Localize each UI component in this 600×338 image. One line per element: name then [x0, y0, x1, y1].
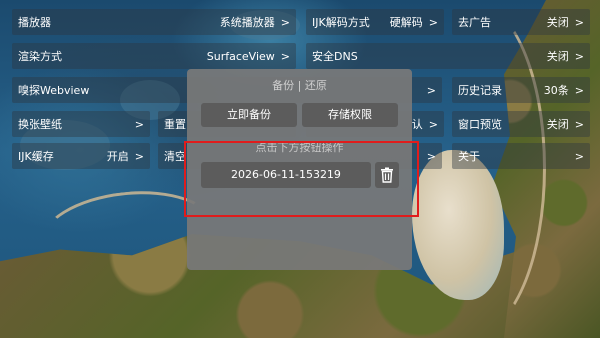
ijk-cache-setting[interactable]: IJK缓存 开启 >: [12, 143, 150, 169]
ijk-cache-value: 开启: [106, 150, 129, 163]
chevron-right-icon: >: [574, 117, 584, 131]
remove-ads-value: 关闭: [546, 16, 569, 29]
player-setting[interactable]: 播放器 系统播放器 >: [12, 9, 296, 35]
chevron-right-icon: >: [428, 15, 438, 29]
secure-dns-setting[interactable]: 安全DNS 关闭 >: [306, 43, 590, 69]
remove-ads-setting[interactable]: 去广告 关闭 >: [452, 9, 590, 35]
player-value: 系统播放器: [219, 16, 275, 29]
chevron-right-icon: >: [574, 49, 584, 63]
player-label: 播放器: [18, 16, 51, 29]
window-preview-setting[interactable]: 窗口预览 关闭 >: [452, 111, 590, 137]
chevron-right-icon: >: [426, 83, 436, 97]
about-setting[interactable]: 关于 >: [452, 143, 590, 169]
ijk-decode-setting[interactable]: IJK解码方式 硬解码 >: [306, 9, 444, 35]
window-preview-value: 关闭: [546, 118, 569, 131]
ijk-decode-value: 硬解码: [389, 16, 423, 29]
change-wallpaper-label: 换张壁纸: [18, 118, 62, 131]
ijk-decode-label: IJK解码方式: [312, 16, 370, 29]
chevron-right-icon: >: [574, 83, 584, 97]
chevron-right-icon: >: [134, 149, 144, 163]
chevron-right-icon: >: [428, 117, 438, 131]
chevron-right-icon: >: [134, 117, 144, 131]
sniff-webview-label: 嗅探Webview: [18, 84, 90, 97]
about-label: 关于: [458, 150, 480, 163]
window-preview-label: 窗口预览: [458, 118, 502, 131]
hidden-setting-label: 认: [411, 118, 423, 131]
secure-dns-value: 关闭: [546, 50, 569, 63]
chevron-right-icon: >: [280, 15, 290, 29]
dialog-title: 备份 | 还原: [272, 79, 327, 92]
chevron-right-icon: >: [426, 149, 436, 163]
storage-permission-button[interactable]: 存储权限: [302, 103, 398, 127]
chevron-right-icon: >: [280, 49, 290, 63]
history-value: 30条: [543, 84, 569, 97]
history-label: 历史记录: [458, 84, 502, 97]
history-setting[interactable]: 历史记录 30条 >: [452, 77, 590, 103]
secure-dns-label: 安全DNS: [312, 50, 358, 63]
backup-now-button[interactable]: 立即备份: [201, 103, 297, 127]
reset-label: 重置: [164, 118, 186, 131]
render-mode-setting[interactable]: 渲染方式 SurfaceView >: [12, 43, 296, 69]
remove-ads-label: 去广告: [458, 16, 491, 29]
change-wallpaper-setting[interactable]: 换张壁纸 >: [12, 111, 150, 137]
chevron-right-icon: >: [574, 149, 584, 163]
clear-cache-label: 清空: [164, 150, 186, 163]
render-mode-label: 渲染方式: [18, 50, 62, 63]
render-mode-value: SurfaceView: [206, 49, 275, 63]
ijk-cache-label: IJK缓存: [18, 150, 54, 163]
chevron-right-icon: >: [574, 15, 584, 29]
highlight-box: [184, 141, 419, 217]
